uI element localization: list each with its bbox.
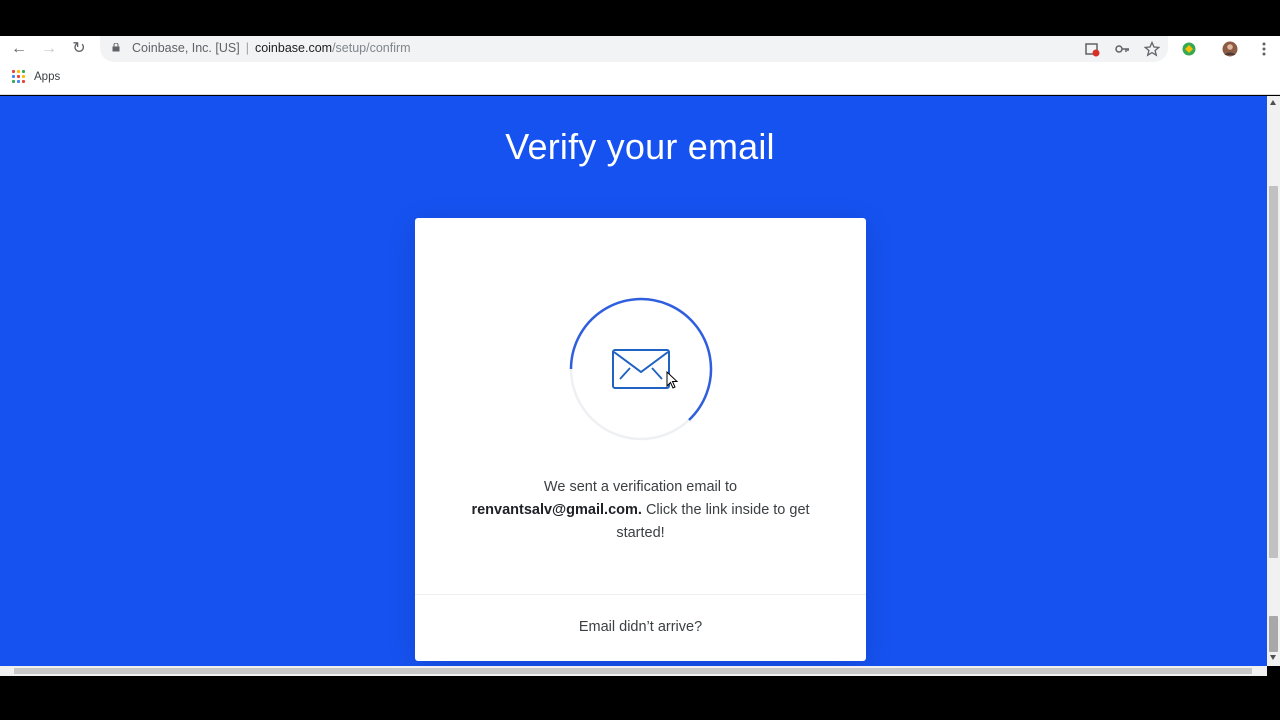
page-title: Verify your email — [505, 126, 775, 167]
apps-grid-icon[interactable] — [12, 70, 25, 83]
lock-icon — [112, 43, 120, 52]
forward-arrow-icon[interactable]: → — [40, 40, 58, 58]
vertical-scrollbar[interactable] — [1267, 96, 1280, 666]
email-address: renvantsalv@gmail.com. — [471, 502, 642, 518]
page-content: Verify your email We sent a verification… — [0, 96, 1267, 666]
bookmark-apps[interactable]: Apps — [34, 71, 60, 83]
spinner-arc — [569, 297, 713, 421]
verify-card: We sent a verification email to renvants… — [415, 218, 866, 661]
blocked-popup-icon[interactable] — [1084, 41, 1100, 57]
scrollbar-thumb-active[interactable] — [1269, 616, 1278, 652]
bookmark-star-icon[interactable] — [1144, 41, 1160, 57]
address-bar[interactable]: Coinbase, Inc. [US] | coinbase.com/setup/c… — [100, 36, 1168, 62]
verification-message: We sent a verification email to renvants… — [455, 476, 826, 545]
envelope-icon — [612, 349, 670, 389]
message-prefix: We sent a verification email to — [543, 479, 738, 495]
card-divider — [415, 594, 866, 595]
scrollbar-thumb[interactable] — [1269, 186, 1278, 558]
kebab-menu-icon[interactable] — [1256, 41, 1272, 57]
email-didnt-arrive-link[interactable]: Email didn’t arrive? — [415, 619, 866, 635]
url-host: coinbase.com — [254, 41, 333, 55]
reload-icon[interactable]: ↻ — [70, 40, 88, 58]
back-arrow-icon[interactable]: ← — [10, 40, 28, 58]
video-letterbox-bottom — [0, 676, 1280, 720]
scroll-down-arrow-icon[interactable] — [1270, 655, 1276, 660]
omnibox-separator: | — [245, 41, 249, 55]
profile-avatar[interactable] — [1222, 41, 1238, 57]
message-suffix: Click the link inside to get started! — [616, 502, 810, 541]
horizontal-scrollbar[interactable] — [0, 666, 1267, 676]
key-icon[interactable] — [1114, 41, 1130, 57]
extension-icon[interactable] — [1181, 41, 1197, 57]
browser-toolbar: ← → ↻ Coinbase, Inc. [US] | coinbase.com/s… — [0, 36, 1280, 62]
site-identity: Coinbase, Inc. [US] — [132, 41, 240, 55]
url-path: /setup/confirm — [332, 41, 411, 55]
email-spinner — [569, 297, 713, 441]
scroll-up-arrow-icon[interactable] — [1270, 100, 1276, 105]
horizontal-scrollbar-thumb[interactable] — [14, 668, 1252, 674]
bookmarks-bar: Apps — [0, 62, 1280, 95]
